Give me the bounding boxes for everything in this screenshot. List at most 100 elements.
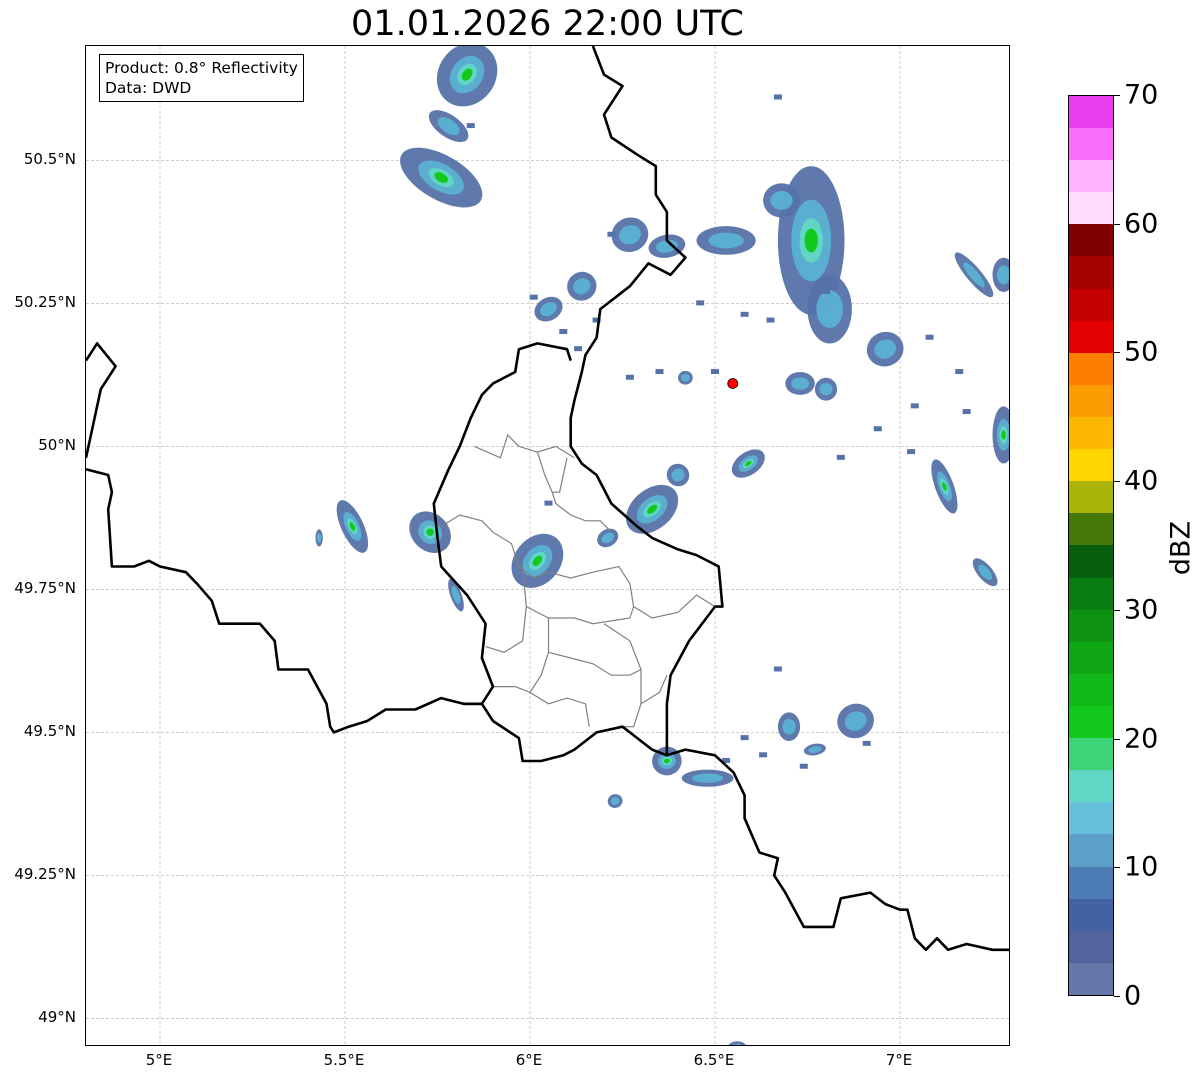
echo-cell [777, 712, 801, 741]
echo-cell [607, 794, 623, 808]
colorbar-segment [1069, 352, 1113, 385]
echo-medium [819, 382, 833, 396]
echo-speck [740, 735, 749, 741]
colorbar-segment [1069, 417, 1113, 450]
colorbar-segment [1069, 192, 1113, 225]
echo-cell [837, 703, 874, 739]
echo-speck [574, 346, 583, 352]
colorbar-segment [1069, 930, 1113, 963]
echo-cell [728, 1041, 746, 1045]
colorbar-segment [1069, 706, 1113, 739]
echo-speck [907, 449, 916, 455]
echo-cell [428, 110, 469, 143]
colorbar-tick-label: 40 [1124, 465, 1159, 497]
admin-border-line [440, 514, 716, 619]
reflectivity-echoes [315, 46, 1009, 1045]
echo-cell [992, 257, 1009, 292]
colorbar-label: dBZ [1165, 520, 1197, 576]
colorbar-tick-label: 60 [1124, 208, 1159, 240]
lon-tick-label: 7°E [885, 1051, 913, 1069]
map-panel[interactable]: Product: 0.8° Reflectivity Data: DWD [85, 45, 1010, 1046]
echo-cell [972, 558, 998, 587]
colorbar-segment [1069, 962, 1113, 995]
colorbar-segment [1069, 95, 1113, 129]
echo-speck [625, 374, 634, 380]
echo-speck [711, 369, 719, 375]
colorbar-tick-label: 70 [1124, 79, 1159, 111]
echo-cell [992, 406, 1009, 464]
colorbar-segment [1069, 545, 1113, 578]
colorbar-tick-mark [1114, 352, 1120, 354]
colorbar-tick-mark [1114, 996, 1120, 997]
echo-speck [766, 317, 775, 323]
echo-cell [409, 511, 451, 554]
echo-speck [862, 740, 871, 746]
echo-cell [696, 226, 756, 255]
echo-cell [954, 252, 994, 298]
colorbar-segment [1069, 641, 1113, 674]
echo-medium [782, 718, 796, 735]
lat-tick-label: 50.5°N [23, 150, 76, 169]
echo-cell [931, 459, 958, 514]
echo-cell [763, 183, 801, 218]
echo-speck [655, 369, 664, 375]
colorbar-segment [1069, 513, 1113, 546]
echo-core [804, 228, 818, 253]
radar-site-marker [727, 378, 739, 389]
echo-speck [910, 403, 919, 409]
colorbar [1068, 95, 1114, 996]
colorbar-tick-mark [1114, 609, 1120, 611]
echo-cell [436, 46, 498, 107]
admin-border-line [493, 618, 550, 694]
colorbar-segment [1069, 481, 1113, 514]
echo-medium [680, 373, 690, 382]
lon-tick-label: 5°E [145, 1051, 173, 1069]
admin-border-line [552, 457, 568, 493]
country-borders [86, 46, 1009, 952]
echo-medium [996, 265, 1009, 285]
colorbar-segment [1069, 449, 1113, 482]
echo-cell [731, 449, 765, 478]
echo-medium [708, 232, 744, 249]
colorbar-segment [1069, 384, 1113, 418]
echo-cell [785, 372, 815, 395]
colorbar-tick-mark [1114, 738, 1120, 740]
echo-cell [567, 271, 597, 301]
colorbar-segment [1069, 673, 1113, 707]
echo-cell [681, 769, 734, 787]
product-text: Product: 0.8° Reflectivity [105, 59, 298, 77]
colorbar-segment [1069, 738, 1113, 771]
colorbar-segment [1069, 898, 1113, 931]
colorbar-segment [1069, 320, 1113, 353]
colorbar-tick-label: 20 [1124, 723, 1159, 755]
echo-cell [336, 500, 369, 553]
echo-speck [759, 752, 768, 758]
country-border-line [432, 342, 572, 706]
colorbar-tick-mark [1114, 867, 1120, 869]
lat-tick-label: 50.25°N [14, 293, 76, 312]
echo-cell [511, 533, 564, 588]
echo-speck [773, 666, 782, 672]
colorbar-tick-mark [1114, 223, 1120, 225]
echo-speck [955, 369, 964, 375]
lon-tick-label: 5.5°E [323, 1051, 365, 1069]
lat-tick-label: 49.25°N [14, 865, 76, 884]
colorbar-segment [1069, 609, 1113, 642]
colorbar-segment [1069, 224, 1113, 257]
colorbar-segment [1069, 770, 1113, 803]
echo-core [1001, 430, 1006, 440]
radar-map [86, 46, 1009, 1045]
admin-border-line [536, 451, 612, 533]
echo-cell [400, 147, 483, 208]
info-box: Product: 0.8° Reflectivity Data: DWD [99, 54, 304, 102]
colorbar-segment [1069, 866, 1113, 899]
lon-tick-label: 6°E [515, 1051, 543, 1069]
country-border-line [569, 46, 724, 756]
colorbar-tick-label: 50 [1124, 336, 1159, 368]
echo-speck [559, 329, 568, 334]
lon-tick-label: 6.5°E [693, 1051, 735, 1069]
echo-cell [678, 370, 693, 385]
echo-speck [740, 311, 749, 317]
colorbar-segment [1069, 160, 1113, 193]
admin-border-line [529, 691, 590, 727]
